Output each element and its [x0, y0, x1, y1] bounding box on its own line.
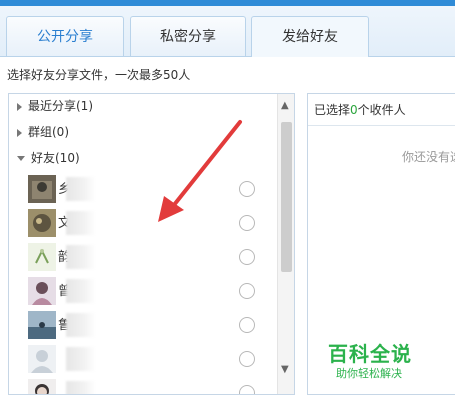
- watermark-title: 百科全说: [328, 342, 412, 366]
- watermark-subtitle: 助你轻松解决: [336, 367, 402, 380]
- watermark-logo: 百科全说 助你轻松解决: [328, 342, 412, 382]
- bottom-area: [0, 400, 455, 413]
